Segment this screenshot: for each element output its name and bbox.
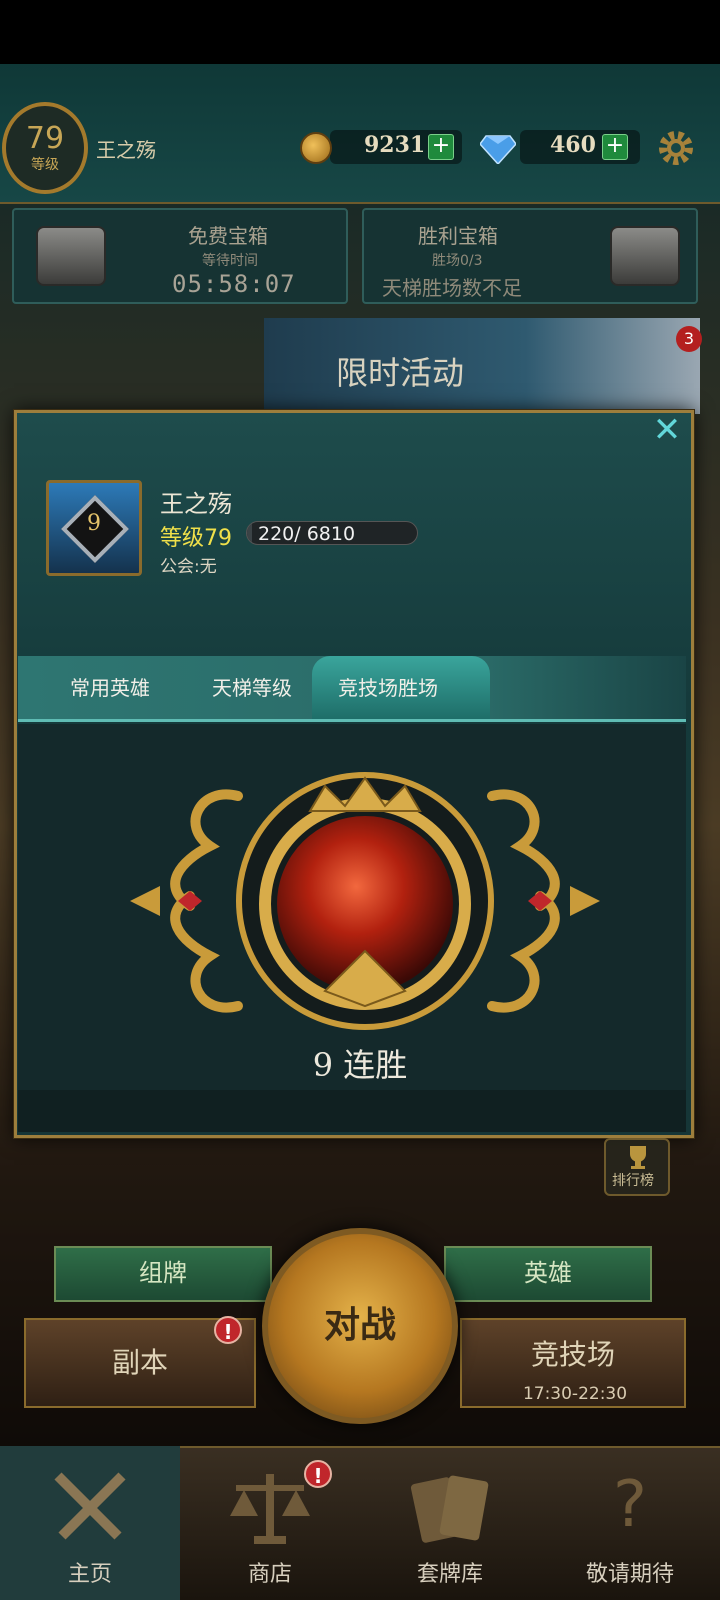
event-notification-badge: 3 (676, 326, 702, 352)
limited-event-banner[interactable] (264, 318, 700, 414)
limited-event-title: 限时活动 (336, 354, 465, 392)
free-chest-timer: 05:58:07 (172, 270, 296, 298)
profile-guild: 公会:无 (160, 557, 217, 577)
close-icon[interactable]: ✕ (650, 413, 684, 448)
nav-deck-library[interactable]: 套牌库 (360, 1446, 540, 1600)
free-chest-icon (36, 226, 106, 286)
player-level-badge[interactable]: 79 等级 (2, 102, 88, 194)
add-gems-button[interactable]: + (602, 134, 628, 160)
battle-button-label: 对战 (323, 1304, 396, 1346)
profile-level: 等级79 (160, 526, 232, 551)
heroes-button[interactable]: 英雄 (444, 1246, 652, 1302)
nav-coming-soon-label: 敬请期待 (585, 1562, 674, 1587)
win-streak-emblem-icon (130, 772, 600, 1030)
player-name[interactable]: 王之殇 (96, 134, 156, 163)
add-gold-button[interactable]: + (428, 134, 454, 160)
xp-text: 220/ 6810 (258, 523, 356, 545)
gear-icon[interactable] (656, 128, 696, 168)
deck-build-button[interactable]: 组牌 (54, 1246, 272, 1302)
tab-arena-wins[interactable]: 竞技场胜场 (338, 672, 438, 701)
tab-ladder-rank[interactable]: 天梯等级 (212, 672, 292, 701)
profile-player-name: 王之殇 (160, 490, 232, 518)
win-streak-label: 9 连胜 (312, 1046, 408, 1084)
victory-chest-status: 天梯胜场数不足 (382, 276, 522, 300)
victory-chest-icon (610, 226, 680, 286)
free-chest-wait-label: 等待时间 (202, 253, 258, 269)
nav-coming-soon[interactable]: ? 敬请期待 (540, 1446, 720, 1600)
victory-chest-wins: 胜场0/3 (432, 253, 483, 269)
nav-shop-label: 商店 (247, 1562, 292, 1587)
player-avatar: 9 (46, 480, 142, 576)
leaderboard-label: 排行榜 (612, 1173, 654, 1189)
free-chest-panel[interactable]: 免费宝箱 等待时间 05:58:07 (12, 208, 348, 304)
tab-common-heroes[interactable]: 常用英雄 (70, 672, 150, 701)
free-chest-title: 免费宝箱 (188, 224, 268, 248)
victory-chest-panel[interactable]: 胜利宝箱 胜场0/3 天梯胜场数不足 (362, 208, 698, 304)
victory-chest-title: 胜利宝箱 (418, 224, 498, 248)
crossed-swords-icon (54, 1472, 126, 1540)
player-level-label: 等级 (31, 157, 59, 173)
scales-icon (230, 1474, 310, 1544)
question-icon: ? (613, 1468, 647, 1542)
player-level: 79 (25, 121, 65, 156)
gold-amount: 9231 (364, 132, 426, 158)
status-bar (0, 0, 720, 64)
avatar-rank-number: 9 (87, 511, 101, 536)
dungeon-alert-badge: ! (214, 1316, 242, 1344)
panel-footer (18, 1090, 686, 1132)
cards-icon (410, 1475, 489, 1543)
arena-open-hours: 17:30-22:30 (522, 1384, 628, 1404)
nav-home[interactable]: 主页 (0, 1446, 180, 1600)
trophy-icon (630, 1146, 646, 1169)
shop-alert-badge: ! (304, 1460, 332, 1488)
nav-deck-library-label: 套牌库 (416, 1562, 483, 1587)
nav-home-label: 主页 (67, 1562, 112, 1587)
diamond-icon (480, 135, 516, 164)
tab-underline (18, 719, 686, 722)
gold-coin-icon (300, 132, 332, 164)
nav-shop[interactable]: ! 商店 (180, 1446, 360, 1600)
gem-amount: 460 (550, 132, 596, 158)
